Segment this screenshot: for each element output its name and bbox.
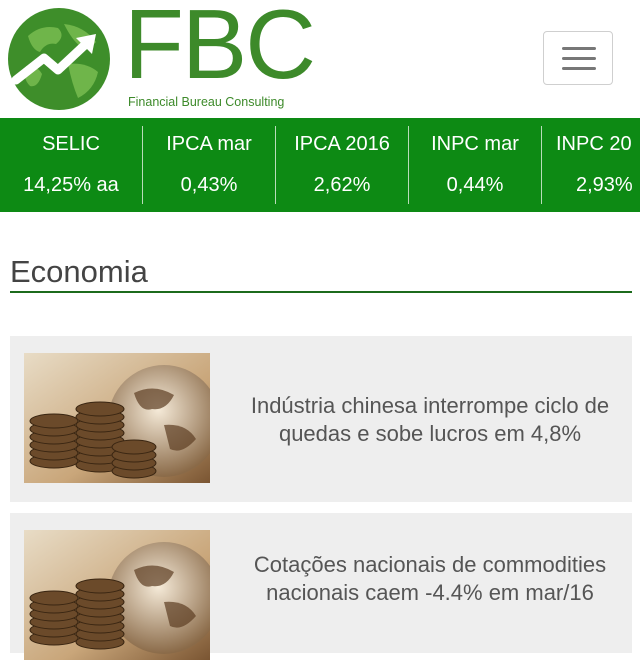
coins-globe-thumbnail-icon[interactable] bbox=[24, 530, 210, 660]
site-header: FBC Financial Bureau Consulting bbox=[0, 0, 640, 118]
ticker-value: 0,43% bbox=[180, 174, 238, 196]
brand-tagline: Financial Bureau Consulting bbox=[128, 95, 285, 109]
article-title[interactable]: Cotações nacionais de commodities nacion… bbox=[228, 551, 632, 607]
hamburger-menu-button[interactable] bbox=[543, 31, 613, 85]
ticker-label: SELIC bbox=[42, 133, 100, 155]
ticker-item-inpc-mar[interactable]: INPC mar 0,44% bbox=[409, 118, 541, 212]
ticker-label: INPC 20 bbox=[556, 133, 632, 155]
article-card[interactable]: Indústria chinesa interrompe ciclo de qu… bbox=[10, 336, 632, 502]
ticker-item-ipca-mar[interactable]: IPCA mar 0,43% bbox=[143, 118, 275, 212]
ticker-item-selic[interactable]: SELIC 14,25% aa bbox=[0, 118, 142, 212]
menu-bar-icon bbox=[562, 47, 596, 50]
section-divider bbox=[10, 291, 632, 293]
ticker-label: IPCA mar bbox=[166, 133, 252, 155]
article-title[interactable]: Indústria chinesa interrompe ciclo de qu… bbox=[228, 392, 632, 448]
ticker-value: 2,93% bbox=[576, 174, 633, 196]
coins-globe-thumbnail-icon[interactable] bbox=[24, 353, 210, 483]
globe-logo-icon[interactable] bbox=[6, 6, 112, 112]
ticker-label: IPCA 2016 bbox=[294, 133, 390, 155]
brand-name[interactable]: FBC bbox=[124, 0, 316, 94]
ticker-item-ipca-2016[interactable]: IPCA 2016 2,62% bbox=[276, 118, 408, 212]
ticker-value: 14,25% aa bbox=[23, 174, 119, 196]
rates-ticker: SELIC 14,25% aa IPCA mar 0,43% IPCA 2016… bbox=[0, 118, 640, 212]
article-card[interactable]: Cotações nacionais de commodities nacion… bbox=[10, 513, 632, 660]
section-title: Economia bbox=[10, 254, 148, 289]
ticker-item-inpc-20[interactable]: INPC 20 2,93% bbox=[542, 118, 640, 212]
ticker-label: INPC mar bbox=[431, 133, 519, 155]
ticker-value: 0,44% bbox=[446, 174, 504, 196]
menu-bar-icon bbox=[562, 67, 596, 70]
menu-bar-icon bbox=[562, 57, 596, 60]
ticker-value: 2,62% bbox=[313, 174, 371, 196]
